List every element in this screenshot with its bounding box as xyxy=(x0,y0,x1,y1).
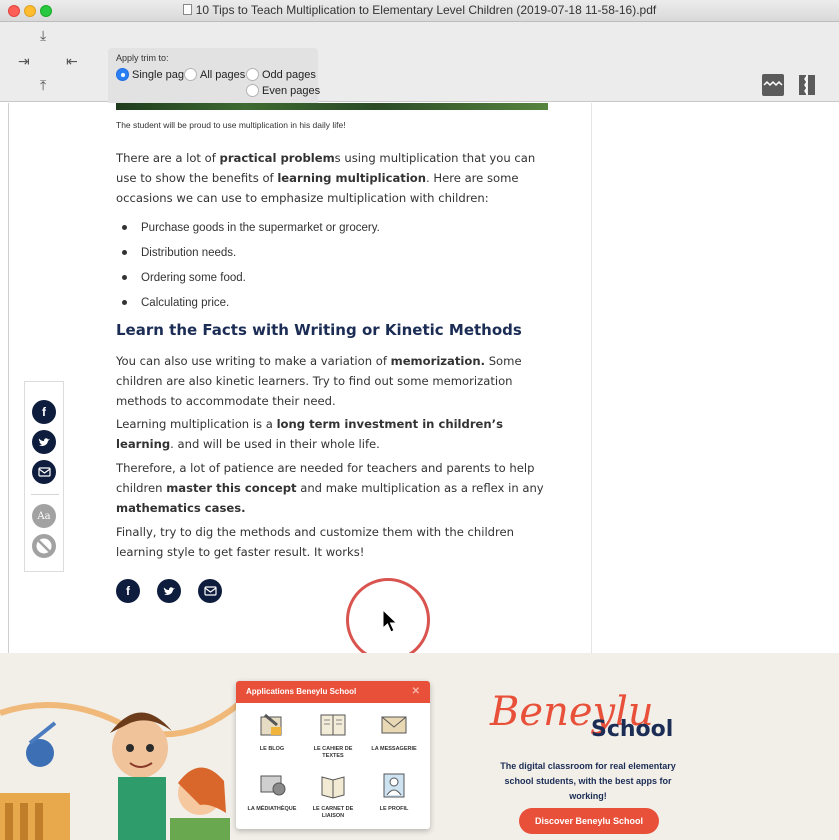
app-carnet[interactable]: LE CARNET DE LIAISON xyxy=(303,771,363,820)
beneylu-footer: Applications Beneylu School ✕ LE BLOG LE… xyxy=(0,653,839,840)
radio-single-page-label: Single page xyxy=(132,68,191,81)
school-logo-text: School xyxy=(591,717,674,742)
apps-close-icon[interactable]: ✕ xyxy=(412,686,420,697)
share-divider xyxy=(31,494,59,495)
p1-text: There are a lot of xyxy=(116,151,220,165)
app-messagerie[interactable]: LA MESSAGERIE xyxy=(364,711,424,753)
paragraph-memorization: You can also use writing to make a varia… xyxy=(116,351,556,411)
radio-unselected-icon xyxy=(184,68,197,81)
p4-text: and make multiplication as a reflex in a… xyxy=(296,481,544,495)
radio-even-pages-label: Even pages xyxy=(262,84,321,97)
trim-left-arrow-icon[interactable]: ⇥ xyxy=(18,54,30,70)
right-sidebar-column xyxy=(591,103,839,653)
app-blog-label: LE BLOG xyxy=(259,746,285,752)
trim-right-arrow-icon[interactable]: ⇤ xyxy=(66,54,78,70)
pdf-page[interactable]: The student will be proud to use multipl… xyxy=(0,103,839,653)
app-messagerie-label: LA MESSAGERIE xyxy=(371,746,417,752)
p3-text: Learning multiplication is a xyxy=(116,417,277,431)
photo-caption: The student will be proud to use multipl… xyxy=(116,120,346,130)
blog-icon xyxy=(260,713,282,736)
footer-tagline: The digital classroom for real elementar… xyxy=(500,761,676,801)
trim-toolbar: ⤓ ⇥ ⇤ ⤒ Apply trim to: Single page All p… xyxy=(0,22,839,122)
mouse-pointer-icon xyxy=(382,609,398,633)
window-title-text: 10 Tips to Teach Multiplication to Eleme… xyxy=(195,3,657,17)
email-share-icon[interactable] xyxy=(32,460,56,484)
trim-top-arrow-icon[interactable]: ⤓ xyxy=(40,28,46,44)
list-item: Calculating price. xyxy=(122,290,380,315)
media-icon xyxy=(260,775,286,796)
list-item: Purchase goods in the supermarket or gro… xyxy=(122,215,380,240)
contrast-toggle-icon[interactable] xyxy=(32,534,56,558)
radio-selected-icon xyxy=(116,68,129,81)
app-cahier-label: LE CAHIER DE TEXTES xyxy=(313,746,353,759)
article-photo xyxy=(116,103,548,110)
facebook-glyph: f xyxy=(126,584,130,598)
p1-bold-learning: learning multiplication xyxy=(277,171,427,185)
list-item: Distribution needs. xyxy=(122,240,380,265)
profile-icon xyxy=(383,773,405,798)
discover-beneylu-button[interactable]: Discover Beneylu School xyxy=(519,808,659,834)
section-heading: Learn the Facts with Writing or Kinetic … xyxy=(116,321,522,339)
p2-text: You can also use writing to make a varia… xyxy=(116,354,391,368)
radio-odd-pages-label: Odd pages xyxy=(262,68,316,81)
twitter-share-icon[interactable] xyxy=(157,579,181,603)
p3-text: . and will be used in their whole life. xyxy=(170,437,380,451)
paragraph-patience: Therefore, a lot of patience are needed … xyxy=(116,458,556,518)
apply-trim-label: Apply trim to: xyxy=(116,53,169,63)
p2-bold: memorization. xyxy=(390,354,486,368)
list-item: Ordering some food. xyxy=(122,265,380,290)
window-titlebar: 10 Tips to Teach Multiplication to Eleme… xyxy=(0,0,839,22)
occasions-list: Purchase goods in the supermarket or gro… xyxy=(122,215,380,315)
radio-all-pages-label: All pages xyxy=(200,68,246,81)
app-cahier[interactable]: LE CAHIER DE TEXTES xyxy=(303,711,363,760)
email-share-icon[interactable] xyxy=(198,579,222,603)
trim-horizontal-icon[interactable] xyxy=(796,74,818,96)
twitter-share-icon[interactable] xyxy=(32,430,56,454)
facebook-glyph: f xyxy=(42,405,46,419)
radio-unselected-icon xyxy=(246,68,259,81)
share-rail: f Aa xyxy=(24,381,64,572)
envelope-icon xyxy=(381,716,407,734)
window-title: 10 Tips to Teach Multiplication to Eleme… xyxy=(0,3,839,17)
page-margin-line xyxy=(8,103,9,653)
p1-bold-practical: practical problem xyxy=(219,151,335,165)
facebook-share-icon[interactable]: f xyxy=(116,579,140,603)
radio-all-pages[interactable]: All pages xyxy=(184,68,245,81)
app-mediatheque[interactable]: LA MÉDIATHÈQUE xyxy=(242,771,302,813)
p4-bold-master: master this concept xyxy=(166,481,297,495)
trim-bottom-arrow-icon[interactable]: ⤒ xyxy=(40,78,46,94)
radio-single-page[interactable]: Single page xyxy=(116,68,190,81)
notebook-link-icon xyxy=(321,776,345,799)
app-profil[interactable]: LE PROFIL xyxy=(364,771,424,813)
p4-bold-math: mathematics cases. xyxy=(116,501,246,515)
paragraph-long-term: Learning multiplication is a long term i… xyxy=(116,414,556,454)
apps-popup-title: Applications Beneylu School xyxy=(246,687,357,696)
app-blog[interactable]: LE BLOG xyxy=(242,711,302,753)
apps-popup-header: Applications Beneylu School ✕ xyxy=(236,681,430,703)
paragraph-practical-problems: There are a lot of practical problems us… xyxy=(116,148,556,208)
radio-odd-pages[interactable]: Odd pages xyxy=(246,68,316,81)
pdf-document-icon xyxy=(182,4,192,15)
trim-vertical-icon[interactable] xyxy=(762,74,784,96)
font-size-glyph: Aa xyxy=(37,510,51,522)
kids-illustration xyxy=(0,653,240,840)
apps-popup: Applications Beneylu School ✕ LE BLOG LE… xyxy=(236,681,430,829)
app-carnet-label: LE CARNET DE LIAISON xyxy=(312,806,354,819)
app-mediatheque-label: LA MÉDIATHÈQUE xyxy=(247,806,297,812)
facebook-share-icon[interactable]: f xyxy=(32,400,56,424)
font-size-icon[interactable]: Aa xyxy=(32,504,56,528)
radio-unselected-icon xyxy=(246,84,259,97)
paragraph-finally: Finally, try to dig the methods and cust… xyxy=(116,525,515,559)
app-profil-label: LE PROFIL xyxy=(379,806,409,812)
radio-even-pages[interactable]: Even pages xyxy=(246,84,320,97)
notebook-icon xyxy=(320,714,346,736)
